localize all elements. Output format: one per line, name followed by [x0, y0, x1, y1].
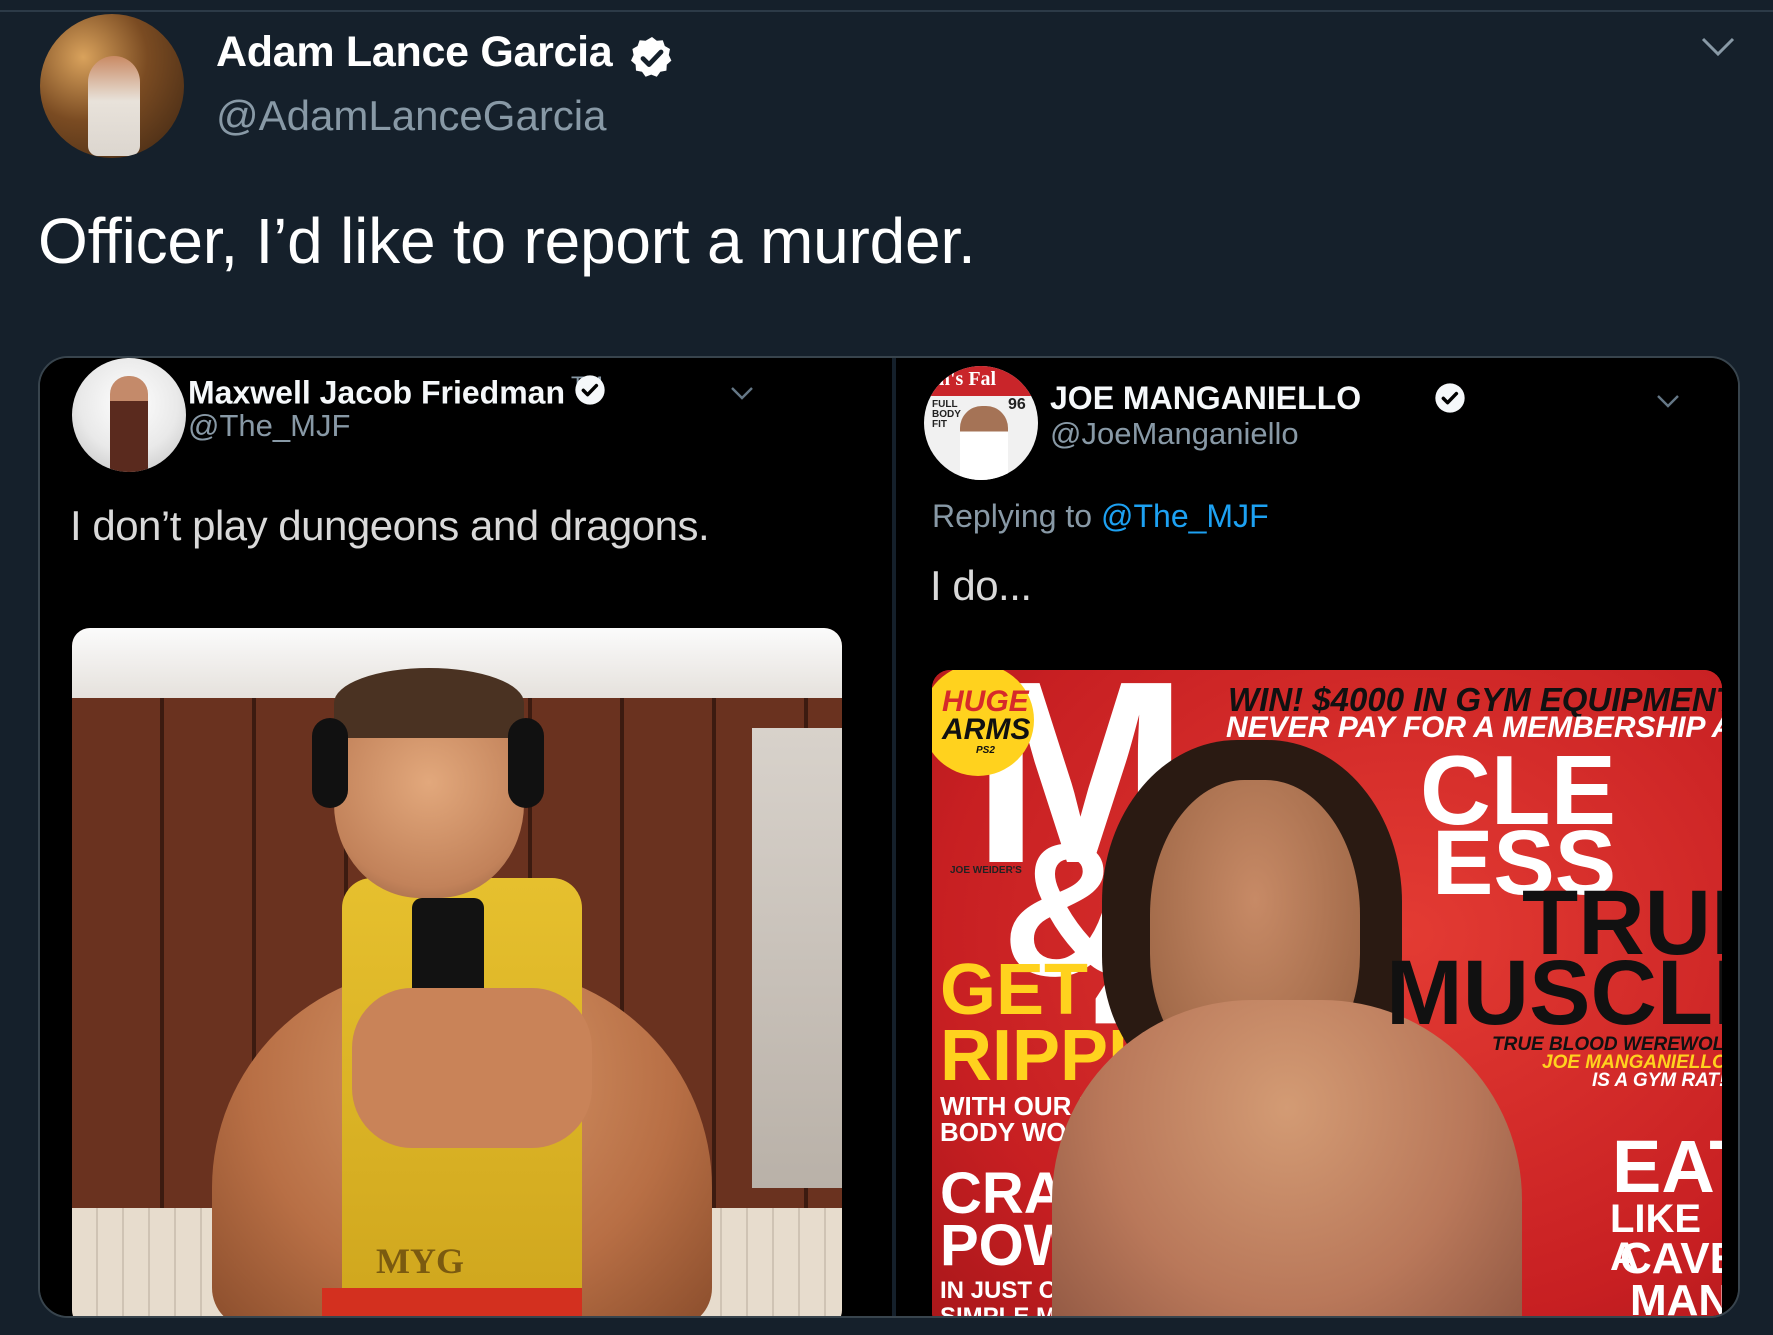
- joe-tweet-text: I do...: [930, 562, 1032, 609]
- joe-torso: [1052, 1000, 1522, 1316]
- gym-selfie-photo: MYG: [72, 628, 842, 1316]
- verified-badge-icon: [631, 37, 672, 77]
- magazine-cover: M & 4 CLE ESS JOE WEIDER'S HUGE ARMS PS2…: [932, 670, 1722, 1316]
- man-text: MAN: [1630, 1276, 1722, 1316]
- author-name[interactable]: Adam Lance Garcia: [216, 28, 613, 77]
- joe-avatar-sub: FULL BODY FIT: [932, 399, 961, 430]
- mjf-avatar-figure: [110, 376, 148, 472]
- avatar-person: [88, 56, 140, 156]
- badge-line3: PS2: [976, 745, 995, 756]
- cave-text: CAVE: [1620, 1234, 1722, 1283]
- headline-membership: NEVER PAY FOR A MEMBERSHIP AGAIN: [1226, 711, 1722, 744]
- joe-name: JOE MANGANIELLO: [1050, 380, 1362, 416]
- right-screenshot: en's Fal FULL BODY FIT 96 JOE MANGANIELL…: [896, 358, 1738, 1316]
- get-text: GET: [940, 950, 1089, 1030]
- mjf-tweet-text: I don’t play dungeons and dragons.: [70, 502, 710, 549]
- verified-badge-icon: [575, 375, 605, 405]
- crossed-arms: [352, 988, 592, 1148]
- mjf-avatar: [72, 358, 186, 472]
- joe-avatar: en's Fal FULL BODY FIT 96: [924, 366, 1038, 480]
- replying-to: Replying to @The_MJF: [932, 498, 1269, 534]
- headphones-left: [312, 718, 348, 808]
- muscle-text: MUSCLE: [1386, 942, 1722, 1044]
- replying-handle-link[interactable]: @The_MJF: [1101, 498, 1269, 534]
- left-screenshot: Maxwell Jacob FriedmanTM @The_MJF I don’…: [40, 358, 892, 1316]
- chevron-down-icon: [1657, 395, 1679, 408]
- author-avatar[interactable]: [40, 14, 184, 158]
- tweet-text: Officer, I’d like to report a murder.: [38, 205, 976, 277]
- hallway: [752, 728, 842, 1188]
- brand-text: JOE WEIDER'S: [950, 865, 1022, 876]
- chevron-down-icon[interactable]: [1700, 36, 1736, 58]
- joe-avatar-mag-title: en's Fal: [930, 368, 997, 390]
- joe-avatar-num: 96: [1008, 396, 1026, 413]
- author-handle[interactable]: @AdamLanceGarcia: [216, 92, 607, 140]
- joe-handle: @JoeManganiello: [1050, 416, 1299, 451]
- true-blood-3: IS A GYM RAT!: [1592, 1070, 1722, 1091]
- mjf-handle: @The_MJF: [188, 408, 351, 443]
- mjf-name: Maxwell Jacob FriedmanTM: [188, 372, 603, 411]
- hair: [334, 668, 524, 738]
- tweet-media[interactable]: Maxwell Jacob FriedmanTM @The_MJF I don’…: [38, 356, 1740, 1318]
- badge-line2: ARMS: [942, 713, 1031, 746]
- verified-badge-icon: [1435, 383, 1465, 413]
- chevron-down-icon: [731, 387, 753, 400]
- headphones-right: [508, 718, 544, 808]
- red-shorts: [322, 1288, 582, 1316]
- joe-avatar-figure: [960, 406, 1008, 480]
- top-divider: [0, 10, 1773, 12]
- eat-text: EAT: [1612, 1125, 1722, 1208]
- shirt-text: MYG: [376, 1241, 464, 1281]
